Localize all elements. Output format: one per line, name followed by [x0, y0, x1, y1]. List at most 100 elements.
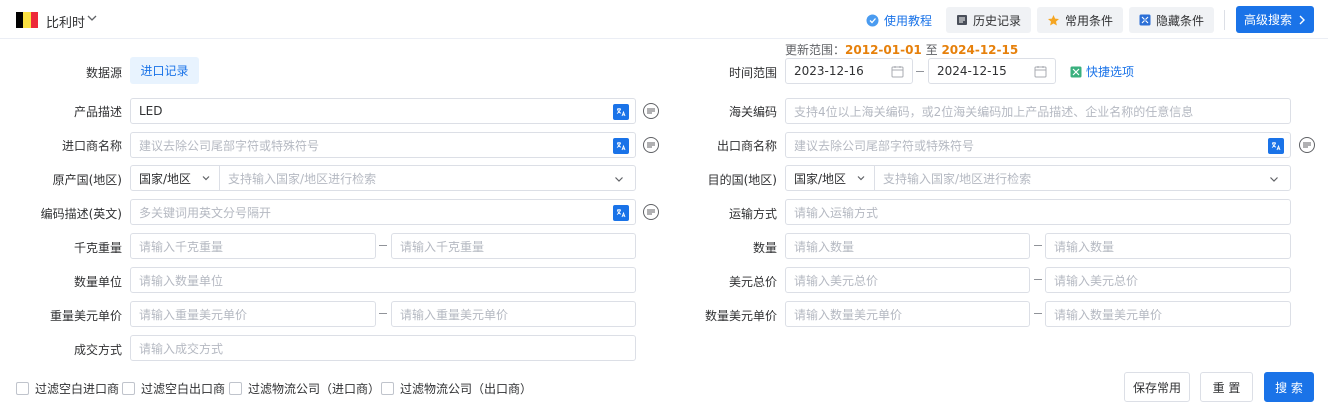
- hs-code-label: 海关编码: [728, 105, 777, 119]
- deal-input[interactable]: 请输入成交方式: [130, 335, 636, 361]
- search-detail-icon[interactable]: [643, 137, 659, 153]
- time-range-label: 时间范围: [728, 66, 777, 80]
- search-detail-icon[interactable]: [1299, 137, 1315, 153]
- calendar-icon: [891, 66, 904, 78]
- tutorial-link[interactable]: 使用教程: [866, 11, 932, 29]
- range-middle: 至: [925, 43, 938, 57]
- dest-select[interactable]: 国家/地区 支持输入国家/地区进行检索: [785, 165, 1291, 191]
- origin-type-dropdown[interactable]: 国家/地区: [139, 166, 221, 190]
- chevron-down-icon: [857, 176, 865, 181]
- transport-label: 运输方式: [728, 207, 777, 221]
- translate-icon[interactable]: [613, 205, 629, 221]
- deal-placeholder: 请输入成交方式: [139, 341, 224, 356]
- origin-select[interactable]: 国家/地区 支持输入国家/地区进行检索: [130, 165, 636, 191]
- search-button[interactable]: 搜 索: [1264, 372, 1314, 402]
- qty-max-input[interactable]: 请输入数量: [1045, 233, 1291, 259]
- advanced-search-label: 高级搜索: [1243, 13, 1292, 27]
- quick-options-label: 快捷选项: [1086, 65, 1135, 79]
- save-favorite-button[interactable]: 保存常用: [1124, 372, 1190, 402]
- hide-conditions-label: 隐藏条件: [1156, 13, 1205, 28]
- hide-conditions-button[interactable]: 隐藏条件: [1129, 7, 1215, 33]
- filter-blank-exporter-label: 过滤空白出口商: [141, 382, 226, 396]
- qty-price-label: 数量美元单价: [704, 309, 777, 323]
- range-separator: [1034, 313, 1042, 314]
- favorites-button[interactable]: 常用条件: [1037, 7, 1124, 33]
- qty-unit-placeholder: 请输入数量单位: [139, 273, 224, 288]
- importer-input[interactable]: 建议去除公司尾部字符或特殊符号: [130, 132, 636, 158]
- usd-total-label: 美元总价: [728, 275, 777, 289]
- country-selector[interactable]: 比利时: [46, 12, 85, 31]
- usd-total-max-input[interactable]: 请输入美元总价: [1045, 267, 1291, 293]
- translate-icon[interactable]: [1268, 138, 1284, 154]
- product-input[interactable]: LED: [130, 98, 636, 124]
- checkbox-box[interactable]: [122, 382, 135, 395]
- code-desc-placeholder: 多关键词用英文分号隔开: [139, 205, 272, 220]
- transport-input[interactable]: 请输入运输方式: [785, 199, 1291, 225]
- chevron-right-icon: [1299, 15, 1305, 24]
- date-start-value: 2023-12-16: [794, 64, 864, 78]
- translate-icon[interactable]: [613, 138, 629, 154]
- chevron-down-icon: [1270, 177, 1278, 182]
- reset-button[interactable]: 重 置: [1200, 372, 1253, 402]
- qty-price-max-input[interactable]: 请输入数量美元单价: [1045, 301, 1291, 327]
- range-start: 2012-01-01: [845, 43, 922, 57]
- chevron-down-icon: [202, 176, 210, 181]
- qty-price-min-placeholder: 请输入数量美元单价: [794, 307, 903, 322]
- star-icon: [1048, 14, 1059, 25]
- search-detail-icon[interactable]: [643, 103, 659, 119]
- qty-min-placeholder: 请输入数量: [794, 239, 855, 254]
- quick-options-icon: [1070, 66, 1082, 77]
- hs-code-input[interactable]: 支持4位以上海关编码，或2位海关编码加上产品描述、企业名称的任意信息: [785, 98, 1291, 124]
- date-end-value: 2024-12-15: [937, 64, 1007, 78]
- favorites-button-label: 常用条件: [1065, 13, 1114, 28]
- date-start-input[interactable]: 2023-12-16: [785, 58, 913, 84]
- usd-total-min-input[interactable]: 请输入美元总价: [785, 267, 1030, 293]
- range-end: 2024-12-15: [941, 43, 1019, 57]
- filter-logistics-exporter-checkbox[interactable]: 过滤物流公司（出口商）: [381, 380, 532, 397]
- origin-label: 原产国(地区): [52, 173, 122, 187]
- toolbar-divider: [1224, 10, 1225, 30]
- filter-logistics-exporter-label: 过滤物流公司（出口商）: [400, 382, 533, 396]
- quick-options-link[interactable]: 快捷选项: [1070, 63, 1134, 80]
- date-end-input[interactable]: 2024-12-15: [928, 58, 1056, 84]
- dest-type-dropdown[interactable]: 国家/地区: [794, 166, 876, 190]
- code-desc-input[interactable]: 多关键词用英文分号隔开: [130, 199, 636, 225]
- usd-total-max-placeholder: 请输入美元总价: [1054, 273, 1139, 288]
- search-detail-icon[interactable]: [643, 204, 659, 220]
- belgium-flag-icon[interactable]: [16, 12, 38, 28]
- origin-placeholder: 支持输入国家/地区进行检索: [228, 171, 377, 186]
- range-separator: [379, 245, 387, 246]
- filter-logistics-importer-checkbox[interactable]: 过滤物流公司（进口商）: [229, 380, 380, 397]
- range-prefix: 更新范围：: [785, 43, 846, 57]
- weight-price-max-input[interactable]: 请输入重量美元单价: [391, 301, 636, 327]
- filter-blank-importer-checkbox[interactable]: 过滤空白进口商: [16, 380, 119, 397]
- translate-icon[interactable]: [613, 104, 629, 120]
- usd-total-min-placeholder: 请输入美元总价: [794, 273, 879, 288]
- qty-price-min-input[interactable]: 请输入数量美元单价: [785, 301, 1030, 327]
- exporter-placeholder: 建议去除公司尾部字符或特殊符号: [794, 138, 975, 153]
- checkbox-box[interactable]: [16, 382, 29, 395]
- qty-min-input[interactable]: 请输入数量: [785, 233, 1030, 259]
- exporter-input[interactable]: 建议去除公司尾部字符或特殊符号: [785, 132, 1291, 158]
- advanced-search-button[interactable]: 高级搜索: [1236, 6, 1314, 33]
- checkbox-box[interactable]: [229, 382, 242, 395]
- weight-price-min-input[interactable]: 请输入重量美元单价: [130, 301, 376, 327]
- datasource-import-tab[interactable]: 进口记录: [130, 57, 199, 84]
- weight-price-min-placeholder: 请输入重量美元单价: [139, 307, 248, 322]
- importer-label: 进口商名称: [61, 139, 122, 153]
- weight-min-input[interactable]: 请输入千克重量: [130, 233, 376, 259]
- importer-placeholder: 建议去除公司尾部字符或特殊符号: [139, 138, 320, 153]
- filter-blank-exporter-checkbox[interactable]: 过滤空白出口商: [122, 380, 225, 397]
- history-icon: [957, 15, 967, 25]
- history-button[interactable]: 历史记录: [946, 7, 1032, 33]
- chevron-down-icon[interactable]: [86, 12, 98, 24]
- qty-unit-label: 数量单位: [73, 275, 122, 289]
- filter-blank-importer-label: 过滤空白进口商: [35, 382, 120, 396]
- qty-unit-input[interactable]: 请输入数量单位: [130, 267, 636, 293]
- checkbox-box[interactable]: [381, 382, 394, 395]
- qty-max-placeholder: 请输入数量: [1054, 239, 1115, 254]
- qty-label: 数量: [752, 241, 777, 255]
- datasource-label: 数据源: [85, 66, 122, 80]
- weight-max-input[interactable]: 请输入千克重量: [391, 233, 636, 259]
- help-icon: [866, 14, 879, 26]
